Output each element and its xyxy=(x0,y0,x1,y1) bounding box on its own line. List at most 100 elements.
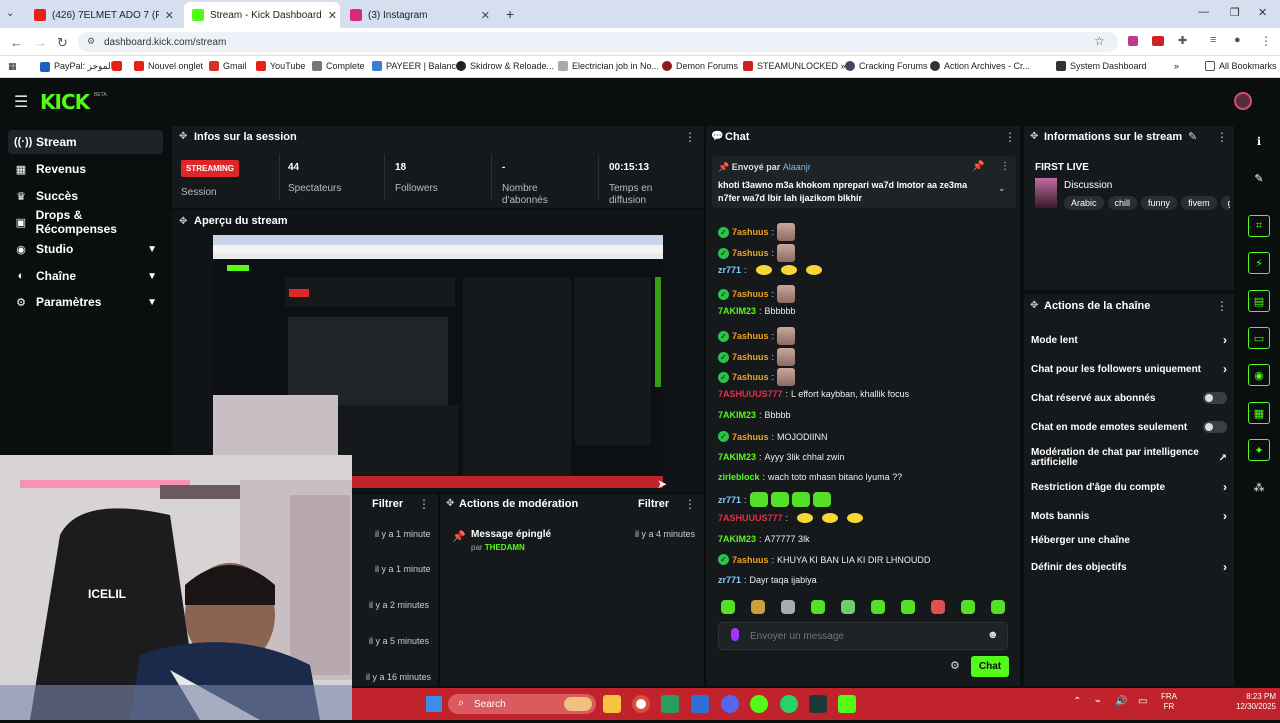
site-info-icon[interactable]: ⚙ xyxy=(87,36,95,47)
chat-username[interactable]: 7ashuus xyxy=(732,331,769,341)
channel-action-item[interactable]: Héberger une chaîne xyxy=(1031,535,1227,546)
emote-face-icon[interactable] xyxy=(777,285,796,303)
apps-icon[interactable]: ▦ xyxy=(8,61,17,72)
unpin-icon[interactable]: 📌 xyxy=(972,161,984,172)
tab-list-icon[interactable]: ⌄ xyxy=(6,8,14,19)
boost-icon[interactable]: ⚡ xyxy=(1248,252,1270,274)
emote-green-icon[interactable] xyxy=(791,492,810,507)
kebab-menu-icon[interactable]: ⋮ xyxy=(1216,130,1228,144)
quick-emote-icon[interactable] xyxy=(721,600,735,614)
close-tab-icon[interactable]: ✕ xyxy=(481,9,490,22)
integrations-icon[interactable]: ⁂ xyxy=(1248,476,1270,498)
emote-yellow-icon[interactable] xyxy=(822,513,839,523)
chat-username[interactable]: 7ASHUUUS777 xyxy=(718,513,783,523)
chat-icon[interactable]: ▭ xyxy=(1248,327,1270,349)
sidebar-item-parametres[interactable]: ⚙ Paramètres ▼ xyxy=(8,290,163,314)
network-icon[interactable]: ⌁ xyxy=(1095,696,1101,707)
browser-tab-kick[interactable]: Stream - Kick Dashboard ✕ xyxy=(184,2,340,28)
bookmark-star-icon[interactable]: ☆ xyxy=(1094,34,1105,48)
emote-yellow-icon[interactable] xyxy=(755,265,772,275)
quick-emote-icon[interactable] xyxy=(901,600,915,614)
pinned-user[interactable]: Alaanjr xyxy=(783,162,811,172)
chat-username[interactable]: 7ashuus xyxy=(732,555,769,565)
drag-handle-icon[interactable]: ✥ xyxy=(1030,300,1038,311)
chat-username[interactable]: 7ashuus xyxy=(732,432,769,442)
app-icon[interactable] xyxy=(809,695,827,713)
browser-tab-instagram[interactable]: (3) Instagram ✕ xyxy=(342,4,498,26)
sidebar-item-revenus[interactable]: ▦ Revenus xyxy=(8,157,163,181)
profile-icon[interactable]: ● xyxy=(1234,34,1241,46)
app-icon[interactable] xyxy=(661,695,679,713)
file-explorer-icon[interactable] xyxy=(603,695,621,713)
chat-username[interactable]: 7ASHUUUS777 xyxy=(718,389,783,399)
bookmark-system-dashboard[interactable]: System Dashboard xyxy=(1056,61,1147,71)
reload-icon[interactable]: ↻ xyxy=(57,35,68,51)
notepad-icon[interactable] xyxy=(691,695,709,713)
quick-emote-icon[interactable] xyxy=(871,600,885,614)
drag-handle-icon[interactable]: ✥ xyxy=(179,216,187,227)
emote-green-icon[interactable] xyxy=(749,492,768,507)
chat-username[interactable]: 7AKIM23 xyxy=(718,410,756,420)
channel-action-item[interactable]: Modération de chat par intelligence arti… xyxy=(1031,448,1227,468)
sidebar-item-stream[interactable]: ((·)) Stream xyxy=(8,130,163,154)
quick-emote-icon[interactable] xyxy=(991,600,1005,614)
channel-action-item[interactable]: Restriction d'âge du compte › xyxy=(1031,480,1227,494)
drag-handle-icon[interactable]: ✥ xyxy=(1030,131,1038,142)
toggle-switch[interactable] xyxy=(1203,421,1227,433)
document-icon[interactable]: ▤ xyxy=(1248,290,1270,312)
forward-icon[interactable]: → xyxy=(34,35,47,50)
tools-icon[interactable]: ✦ xyxy=(1248,439,1270,461)
close-tab-icon[interactable]: ✕ xyxy=(328,9,337,22)
channel-action-item[interactable]: Définir des objectifs › xyxy=(1031,560,1227,574)
category-name[interactable]: Discussion xyxy=(1064,180,1112,191)
moderator-name[interactable]: THEDAMN xyxy=(485,543,525,552)
emote-green-icon[interactable] xyxy=(770,492,789,507)
microphone-icon[interactable] xyxy=(731,628,739,641)
chat-username[interactable]: 7AKIM23 xyxy=(718,306,756,316)
close-window-icon[interactable]: ✕ xyxy=(1258,6,1267,19)
emoji-icon[interactable]: ☻ xyxy=(987,629,999,641)
chat-username[interactable]: 7ashuus xyxy=(732,227,769,237)
emote-green-icon[interactable] xyxy=(812,492,831,507)
layers-icon[interactable]: ▦ xyxy=(1248,402,1270,424)
bookmark-youtube-small[interactable] xyxy=(112,61,122,71)
bookmark-electrician[interactable]: Electrician job in No... xyxy=(558,61,659,71)
kebab-menu-icon[interactable]: ⋮ xyxy=(684,130,696,144)
quick-emote-icon[interactable] xyxy=(751,600,765,614)
chat-username[interactable]: 7ashuus xyxy=(732,352,769,362)
kebab-menu-icon[interactable]: ⋮ xyxy=(1000,161,1010,172)
all-bookmarks[interactable]: All Bookmarks xyxy=(1205,61,1277,71)
clock[interactable]: 8:23 PM 12/30/2025 xyxy=(1222,692,1276,712)
emote-yellow-icon[interactable] xyxy=(780,265,797,275)
sidebar-item-succes[interactable]: ♛ Succès xyxy=(8,184,163,208)
moderation-filter-button[interactable]: Filtrer xyxy=(638,498,669,510)
kick-app-icon[interactable] xyxy=(838,695,856,713)
quick-emote-icon[interactable] xyxy=(961,600,975,614)
bookmark-steamunlocked[interactable]: STEAMUNLOCKED »... xyxy=(743,61,853,71)
kebab-menu-icon[interactable]: ⋮ xyxy=(1216,299,1228,313)
chat-username[interactable]: zirleblock xyxy=(718,472,760,482)
media-icon[interactable]: ≡ xyxy=(1210,34,1216,46)
xbox-icon[interactable] xyxy=(750,695,768,713)
chat-username[interactable]: 7AKIM23 xyxy=(718,452,756,462)
chat-message-input[interactable] xyxy=(750,627,970,645)
whatsapp-icon[interactable] xyxy=(780,695,798,713)
browser-tab-youtube[interactable]: (426) 7ELMET ADO 7 (Prod. By ✕ xyxy=(26,4,182,26)
emote-face-icon[interactable] xyxy=(777,244,796,262)
bookmark-paypal[interactable]: PayPal: الموجز xyxy=(40,61,113,72)
tray-chevron-icon[interactable]: ⌃ xyxy=(1073,696,1081,707)
stream-preview-video[interactable] xyxy=(213,235,663,488)
more-bookmarks-icon[interactable]: » xyxy=(1174,61,1179,71)
quick-emote-icon[interactable] xyxy=(811,600,825,614)
info-icon[interactable]: ℹ xyxy=(1248,130,1270,152)
clip-icon[interactable]: ⌗ xyxy=(1248,215,1270,237)
chat-username[interactable]: 7AKIM23 xyxy=(718,534,756,544)
kick-logo[interactable]: KICK xyxy=(40,90,90,114)
back-icon[interactable]: ← xyxy=(10,35,23,50)
toggle-switch[interactable] xyxy=(1203,392,1227,404)
bookmark-youtube[interactable]: YouTube xyxy=(256,61,305,71)
battery-icon[interactable]: ▭ xyxy=(1138,696,1147,707)
channel-action-item[interactable]: Mode lent › xyxy=(1031,333,1227,347)
bookmark-new-tab[interactable]: Nouvel onglet xyxy=(134,61,203,71)
hamburger-menu-icon[interactable]: ☰ xyxy=(14,92,28,112)
